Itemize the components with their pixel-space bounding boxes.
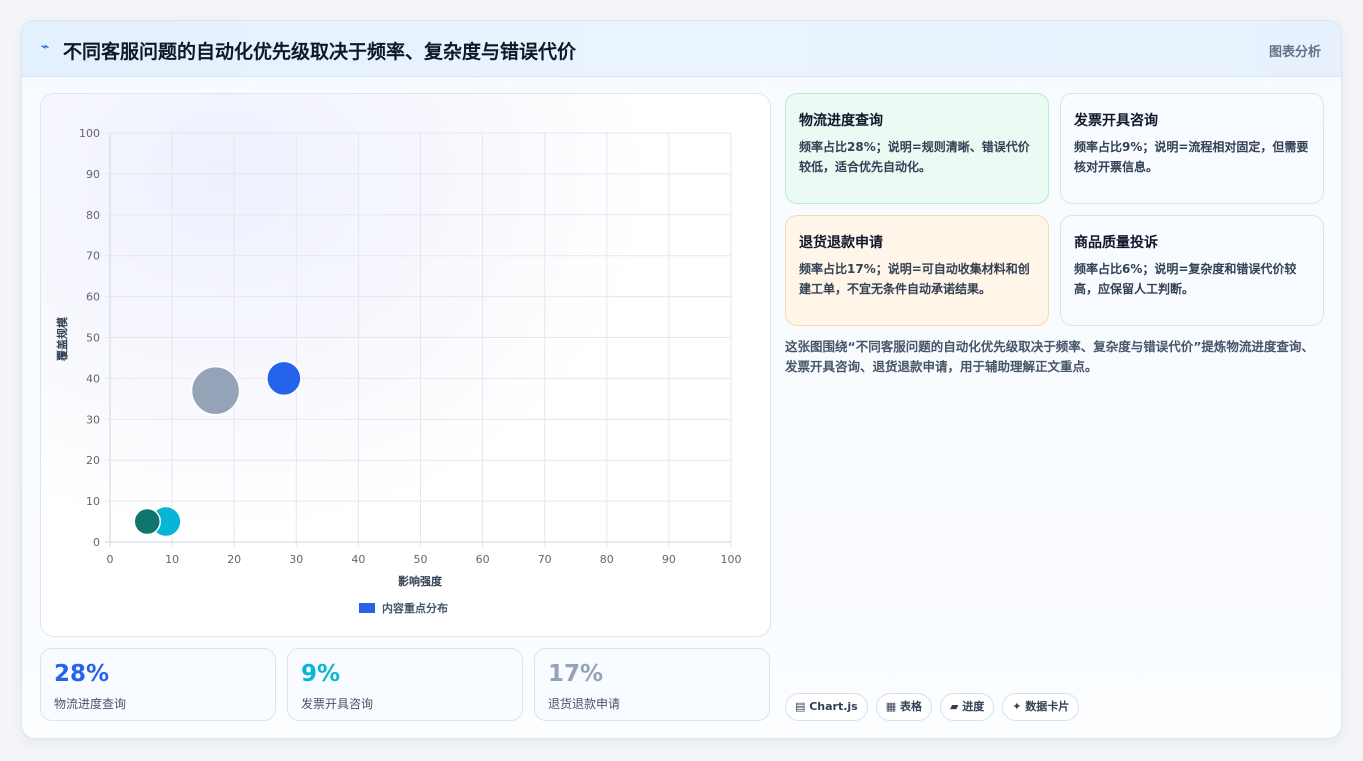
y-tick-label: 10: [86, 495, 100, 508]
info-desc: 频率占比28%；说明=规则清晰、错误代价较低，适合优先自动化。: [799, 140, 1030, 174]
stat-card-invoice: 9% 发票开具咨询: [287, 648, 523, 721]
report-card: ⌁ 不同客服问题的自动化优先级取决于频率、复杂度与错误代价 图表分析 0 10 20…: [21, 20, 1342, 739]
stat-value: 28%: [54, 661, 110, 687]
y-tick-label: 50: [86, 332, 100, 345]
x-tick-label: 30: [289, 553, 303, 566]
chart-points: [133, 360, 302, 538]
bubble-point[interactable]: [190, 365, 241, 416]
stat-label: 物流进度查询: [54, 697, 127, 711]
info-card-refund: 退货退款申请 频率占比17%；说明=可自动收集材料和创建工单，不宜无条件自动承诺…: [785, 215, 1049, 326]
bubble-chart: 0 10 20 30 40 50 60 70 80 90 100 0 10 20 30 40 50 60 70 80 9…: [55, 127, 742, 615]
info-card-quality: 商品质量投诉 频率占比6%；说明=复杂度和错误代价较高，应保留人工判断。: [1060, 215, 1324, 326]
x-tick-label: 20: [227, 553, 241, 566]
y-tick-label: 100: [79, 127, 100, 140]
info-title: 物流进度查询: [799, 113, 883, 129]
tech-pills: ▤ Chart.js ▦ 表格 ▰ 进度 ✦ 数据卡片: [785, 693, 1080, 721]
y-tick-label: 70: [86, 250, 100, 263]
info-card-logistics: 物流进度查询 频率占比28%；说明=规则清晰、错误代价较低，适合优先自动化。: [785, 93, 1049, 204]
info-desc: 频率占比9%；说明=流程相对固定，但需要核对开票信息。: [1074, 140, 1309, 174]
y-tick-label: 30: [86, 413, 100, 426]
y-axis-title: 覆盖规模: [55, 316, 69, 361]
stat-label: 发票开具咨询: [301, 697, 374, 711]
info-desc: 频率占比17%；说明=可自动收集材料和创建工单，不宜无条件自动承诺结果。: [799, 262, 1030, 296]
info-title: 退货退款申请: [799, 235, 883, 251]
chart-grid: [105, 132, 732, 547]
info-title: 商品质量投诉: [1074, 235, 1158, 251]
y-tick-label: 0: [93, 536, 100, 549]
page-title: 不同客服问题的自动化优先级取决于频率、复杂度与错误代价: [63, 41, 577, 63]
info-card-invoice: 发票开具咨询 频率占比9%；说明=流程相对固定，但需要核对开票信息。: [1060, 93, 1324, 204]
bubble-chart-panel: 0 10 20 30 40 50 60 70 80 90 100 0 10 20 30 40 50 60 70 80 9…: [40, 93, 771, 637]
stat-value: 17%: [548, 661, 604, 687]
pill-data-cards[interactable]: ✦ 数据卡片: [1002, 693, 1080, 721]
stat-label: 退货退款申请: [548, 697, 621, 711]
pill-chartjs[interactable]: ▤ Chart.js: [785, 693, 868, 721]
y-tick-label: 20: [86, 454, 100, 467]
info-desc: 频率占比6%；说明=复杂度和错误代价较高，应保留人工判断。: [1074, 262, 1297, 296]
pill-table[interactable]: ▦ 表格: [875, 693, 932, 721]
stat-value: 9%: [301, 661, 341, 687]
summary-text: 这张图围绕“不同客服问题的自动化优先级取决于频率、复杂度与错误代价”提炼物流进度…: [785, 339, 1314, 374]
x-tick-label: 40: [351, 553, 365, 566]
chart-ticks: 0 10 20 30 40 50 60 70 80 90 100 0 10 20 30 40 50 60 70 80 9…: [79, 127, 742, 566]
y-tick-label: 80: [86, 209, 100, 222]
x-tick-label: 90: [662, 553, 676, 566]
x-tick-label: 50: [414, 553, 428, 566]
x-tick-label: 0: [107, 553, 114, 566]
bubble-point[interactable]: [266, 360, 302, 397]
bubble-point[interactable]: [133, 507, 162, 536]
x-tick-label: 80: [600, 553, 614, 566]
stat-card-logistics: 28% 物流进度查询: [40, 648, 276, 721]
x-tick-label: 70: [538, 553, 552, 566]
legend-swatch[interactable]: [359, 603, 375, 613]
x-tick-label: 60: [476, 553, 490, 566]
x-tick-label: 10: [165, 553, 179, 566]
x-axis-title: 影响强度: [398, 574, 443, 588]
y-tick-label: 60: [86, 291, 100, 304]
lightning-icon: ⌁: [41, 39, 50, 55]
y-tick-label: 40: [86, 372, 100, 385]
header-bar: ⌁ 不同客服问题的自动化优先级取决于频率、复杂度与错误代价 图表分析: [22, 21, 1341, 77]
pill-progress[interactable]: ▰ 进度: [939, 693, 995, 721]
chart-analysis-tag: 图表分析: [1268, 45, 1321, 60]
y-tick-label: 90: [86, 168, 100, 181]
info-title: 发票开具咨询: [1074, 113, 1158, 129]
stat-card-refund: 17% 退货退款申请: [534, 648, 770, 721]
legend-label[interactable]: 内容重点分布: [382, 601, 448, 615]
x-tick-label: 100: [721, 553, 742, 566]
